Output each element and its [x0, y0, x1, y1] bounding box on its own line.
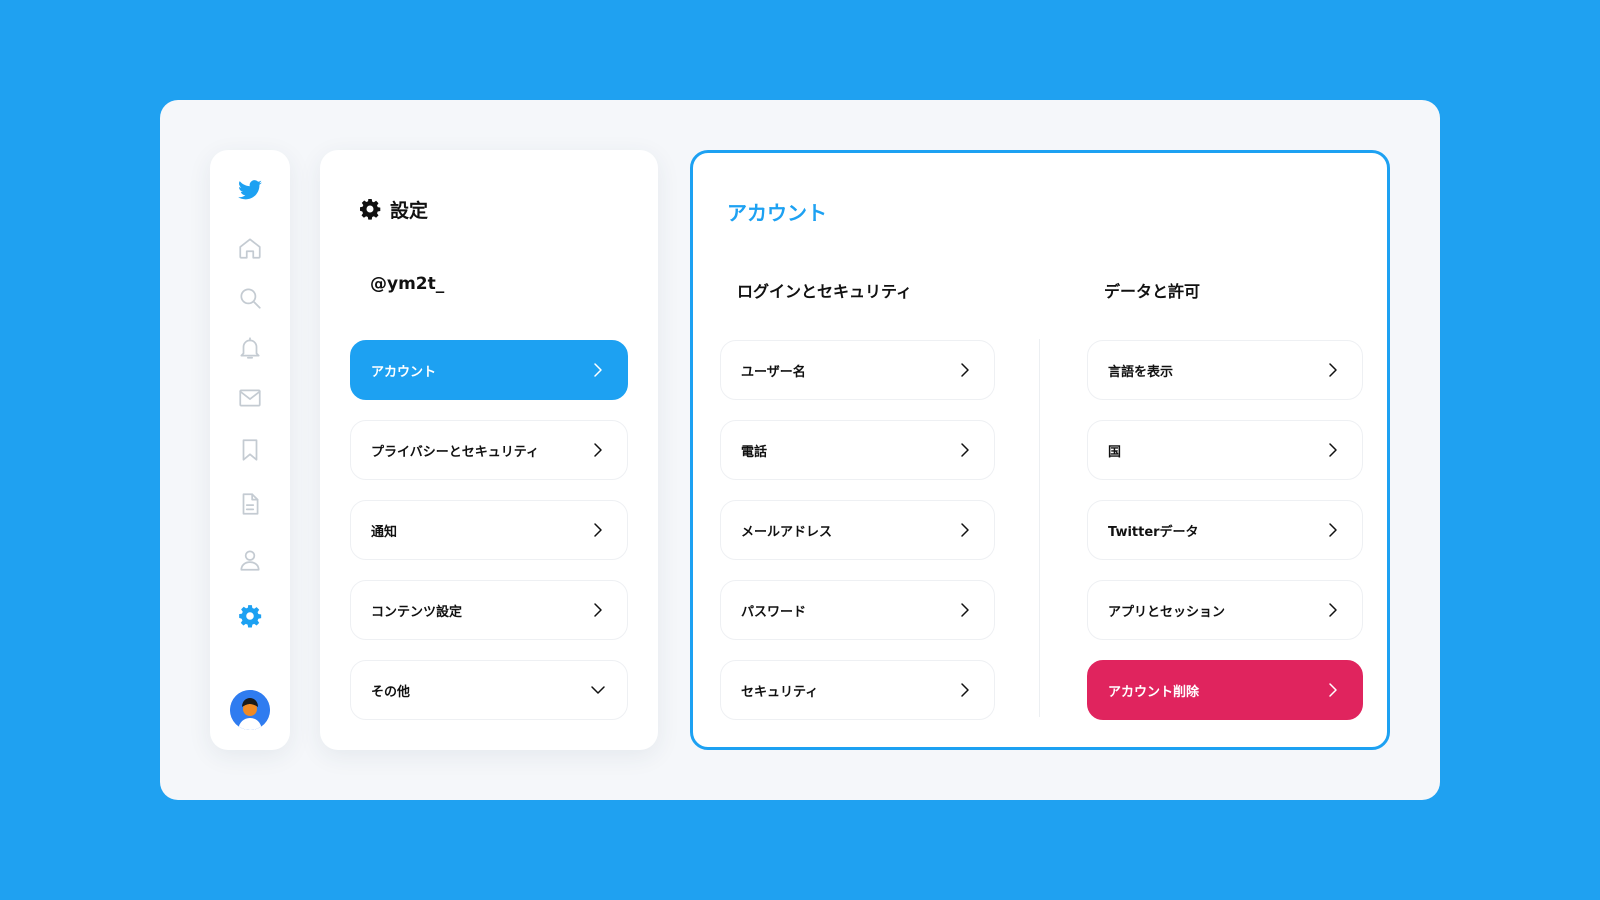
twitter-bird-icon[interactable] [230, 170, 270, 210]
chevron-right-icon [594, 443, 602, 457]
account-item-label: Twitterデータ [1108, 524, 1199, 540]
account-item-label: セキュリティ [741, 684, 819, 700]
user-handle: @ym2t_ [370, 274, 445, 294]
settings-item-label: プライバシーとセキュリティ [371, 444, 539, 460]
gear-icon [360, 199, 381, 220]
bookmark-icon[interactable] [230, 430, 270, 470]
settings-panel: 設定 @ym2t_ アカウント プライバシーとセキュリティ 通知 コンテンツ設定… [320, 150, 658, 750]
login-security-heading: ログインとセキュリティ [737, 282, 913, 301]
settings-item-notifications[interactable]: 通知 [350, 500, 628, 560]
account-item-label: アカウント削除 [1108, 684, 1200, 700]
chevron-right-icon [1329, 363, 1337, 377]
account-item-security[interactable]: セキュリティ [720, 660, 995, 720]
account-item-password[interactable]: パスワード [720, 580, 995, 640]
mail-icon[interactable] [230, 378, 270, 418]
settings-item-content[interactable]: コンテンツ設定 [350, 580, 628, 640]
chevron-right-icon [1329, 443, 1337, 457]
chevron-right-icon [1329, 603, 1337, 617]
chevron-right-icon [1329, 683, 1337, 697]
delete-account-button[interactable]: アカウント削除 [1087, 660, 1363, 720]
account-item-label: メールアドレス [741, 524, 833, 540]
account-item-label: 国 [1108, 444, 1122, 460]
icon-sidebar [210, 150, 290, 750]
document-icon[interactable] [230, 484, 270, 524]
chevron-right-icon [1329, 523, 1337, 537]
account-item-username[interactable]: ユーザー名 [720, 340, 995, 400]
account-item-email[interactable]: メールアドレス [720, 500, 995, 560]
chevron-down-icon [591, 686, 605, 694]
chevron-right-icon [594, 523, 602, 537]
column-divider [1039, 339, 1040, 717]
account-item-phone[interactable]: 電話 [720, 420, 995, 480]
settings-item-label: コンテンツ設定 [371, 604, 463, 620]
settings-item-label: アカウント [371, 364, 437, 380]
chevron-right-icon [961, 603, 969, 617]
account-panel: アカウント ログインとセキュリティ データと許可 ユーザー名 電話 メールアドレ… [690, 150, 1390, 750]
account-item-label: アプリとセッション [1108, 604, 1226, 620]
data-permissions-heading: データと許可 [1104, 282, 1201, 301]
account-title: アカウント [727, 201, 827, 225]
settings-item-privacy-security[interactable]: プライバシーとセキュリティ [350, 420, 628, 480]
account-item-label: ユーザー名 [741, 364, 806, 380]
avatar[interactable] [230, 690, 270, 730]
account-item-country[interactable]: 国 [1087, 420, 1363, 480]
account-item-twitter-data[interactable]: Twitterデータ [1087, 500, 1363, 560]
profile-icon[interactable] [230, 540, 270, 580]
settings-item-account[interactable]: アカウント [350, 340, 628, 400]
settings-item-label: その他 [371, 684, 411, 700]
settings-title: 設定 [358, 194, 428, 224]
chevron-right-icon [961, 683, 969, 697]
gear-icon[interactable] [230, 596, 270, 636]
account-item-apps-sessions[interactable]: アプリとセッション [1087, 580, 1363, 640]
settings-item-other[interactable]: その他 [350, 660, 628, 720]
account-item-label: 電話 [741, 444, 768, 460]
account-item-display-language[interactable]: 言語を表示 [1087, 340, 1363, 400]
chevron-right-icon [961, 523, 969, 537]
chevron-right-icon [961, 443, 969, 457]
account-item-label: 言語を表示 [1108, 364, 1174, 380]
home-icon[interactable] [230, 228, 270, 268]
bell-icon[interactable] [230, 328, 270, 368]
settings-item-label: 通知 [371, 524, 398, 540]
chevron-right-icon [594, 603, 602, 617]
chevron-right-icon [594, 363, 602, 377]
account-item-label: パスワード [741, 604, 807, 620]
search-icon[interactable] [230, 278, 270, 318]
chevron-right-icon [961, 363, 969, 377]
settings-title-label: 設定 [390, 199, 429, 222]
